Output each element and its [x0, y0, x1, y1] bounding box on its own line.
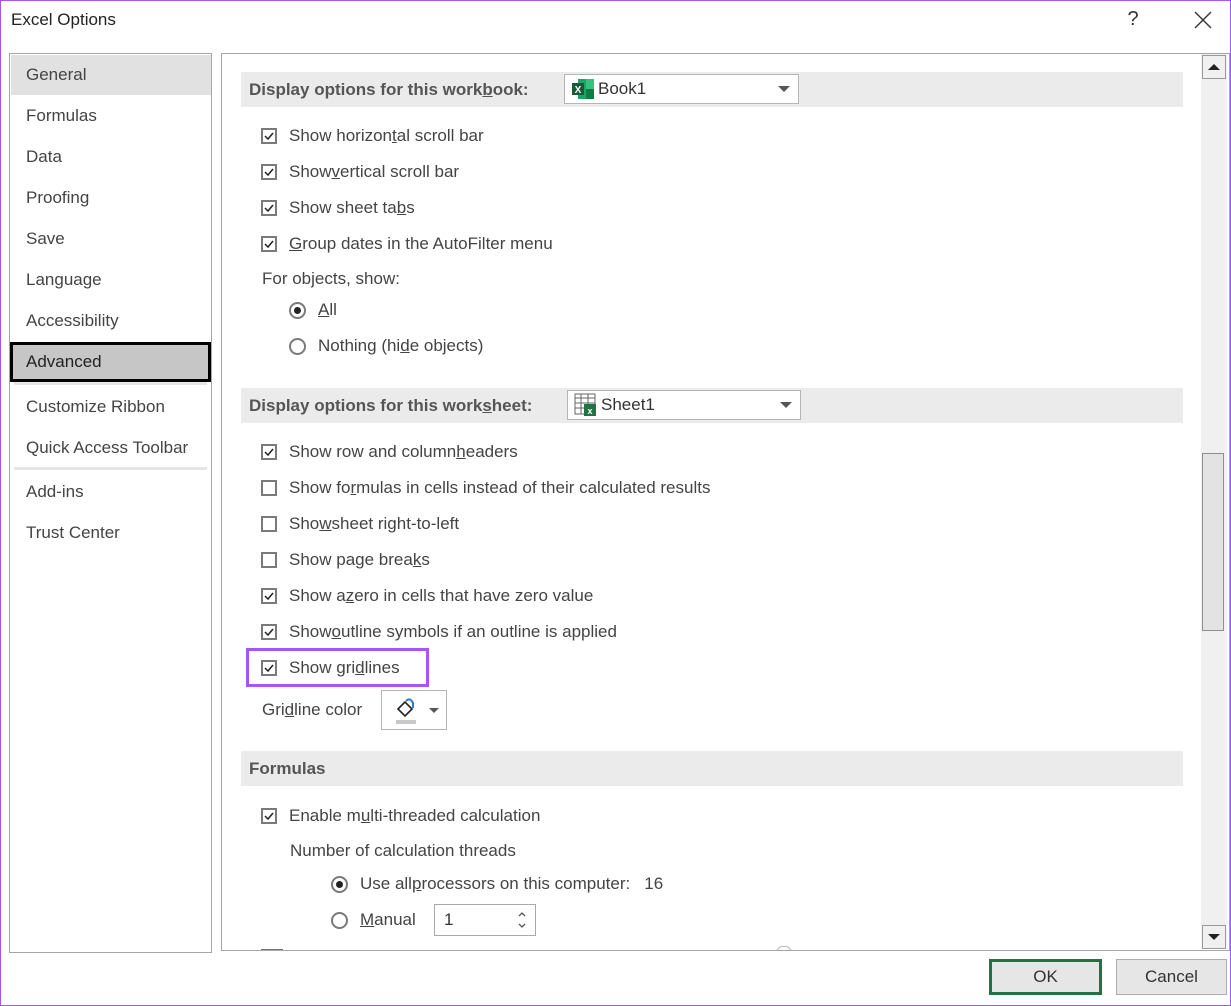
checkmark-icon [264, 132, 274, 141]
svg-text:x: x [587, 406, 592, 416]
spin-up-icon[interactable] [517, 909, 527, 919]
sidebar-item-language[interactable]: Language [11, 260, 211, 300]
checkmark-icon [264, 812, 274, 821]
checkbox-row-worksheet-option[interactable]: Sho w sheet right-to-left [261, 511, 459, 537]
svg-text:X: X [575, 85, 582, 96]
threads-label: Number of calculation threads [290, 841, 516, 860]
spin-down-icon[interactable] [517, 921, 527, 931]
checkbox-row-worksheet-option[interactable]: Show row and column h eaders [261, 439, 518, 465]
sidebar-item-customize-ribbon[interactable]: Customize Ribbon [11, 387, 211, 427]
dialog-title: Excel Options [11, 10, 116, 29]
vertical-scrollbar[interactable] [1201, 54, 1227, 949]
workbook-select-value: Book1 [598, 79, 647, 98]
checkbox-checked[interactable] [261, 236, 277, 252]
radio-button[interactable] [331, 875, 348, 893]
sidebar-item-formulas[interactable]: Formulas [11, 96, 211, 136]
partial-checkbox [261, 949, 283, 950]
workbook-select[interactable]: X Book1 [564, 74, 799, 104]
chevron-down-icon [778, 86, 790, 92]
excel-sheet-icon: x [574, 393, 596, 416]
checkbox-checked[interactable] [261, 164, 277, 180]
checkbox-row-worksheet-option[interactable]: Show fo r mulas in cells instead of their … [261, 475, 710, 501]
checkbox[interactable] [261, 808, 277, 824]
radio-button[interactable] [289, 337, 306, 355]
scrollbar-thumb[interactable] [1202, 453, 1224, 631]
checkbox-row-worksheet-option[interactable]: Show o utline symbols if an outline is ap… [261, 619, 617, 645]
sidebar-item-general[interactable]: General [11, 55, 211, 95]
sidebar-item-save[interactable]: Save [11, 219, 211, 259]
radio-row-objects-option[interactable]: Nothing (hi d e objects) [289, 333, 483, 359]
checkmark-icon [264, 204, 274, 213]
sidebar-item-data[interactable]: Data [11, 137, 211, 177]
checkmark-icon [264, 628, 274, 637]
checkmark-icon [264, 448, 274, 457]
checkbox-row-workbook-option[interactable]: Show sheet ta b s [261, 195, 415, 221]
checkbox-row-worksheet-option[interactable]: Show a z ero in cells that have zero valu… [261, 583, 593, 609]
sidebar-separator [14, 382, 207, 385]
excel-workbook-icon: X [572, 79, 594, 99]
scroll-up-button[interactable] [1202, 55, 1226, 79]
paint-bucket-icon [396, 698, 416, 724]
objects-label: For objects, show: [262, 269, 400, 288]
arrow-up-icon [1208, 64, 1220, 70]
checkmark-icon [264, 592, 274, 601]
sidebar-separator [14, 467, 207, 470]
checkbox-unchecked[interactable] [261, 552, 277, 568]
checkmark-icon [264, 168, 274, 177]
checkbox-checked[interactable] [261, 624, 277, 640]
sidebar-item-quick-access-toolbar[interactable]: Quick Access Toolbar [11, 428, 211, 468]
section-header-formulas: Formulas [241, 751, 1183, 786]
gridline-color-button[interactable] [381, 690, 447, 730]
worksheet-select[interactable]: x Sheet1 [567, 390, 801, 420]
chevron-down-icon [780, 402, 792, 408]
ok-button[interactable]: OK [989, 959, 1102, 995]
options-content: Display options for this workbook: X Boo… [221, 53, 1230, 951]
cancel-button[interactable]: Cancel [1116, 959, 1227, 995]
close-button[interactable] [1189, 5, 1217, 33]
help-button[interactable]: ? [1121, 5, 1145, 33]
manual-threads-input[interactable]: 1 [434, 904, 536, 936]
sidebar-item-proofing[interactable]: Proofing [11, 178, 211, 218]
radio-row-objects-option[interactable]: All [289, 297, 337, 323]
gridline-color-label: Gridline color [262, 700, 363, 719]
arrow-down-icon [1208, 934, 1220, 940]
checkmark-icon [264, 240, 274, 249]
checkbox-checked[interactable] [261, 128, 277, 144]
gridlines-highlight [246, 648, 429, 687]
checkbox-unchecked[interactable] [261, 480, 277, 496]
checkbox-unchecked[interactable] [261, 516, 277, 532]
radio-button[interactable] [289, 301, 306, 319]
checkbox-checked[interactable] [261, 444, 277, 460]
checkbox-checked[interactable] [261, 200, 277, 216]
checkbox-row-workbook-option[interactable]: Group dates in the AutoFilter menu [261, 231, 553, 257]
radio-button[interactable] [331, 911, 348, 929]
worksheet-select-value: Sheet1 [601, 395, 655, 414]
checkbox-row-workbook-option[interactable]: Show v ertical scroll bar [261, 159, 459, 185]
close-icon [1194, 11, 1212, 29]
sidebar-item-advanced[interactable]: Advanced [10, 342, 211, 382]
checkbox-row-workbook-option[interactable]: Show horizon t al scroll bar [261, 123, 484, 149]
sidebar-item-add-ins[interactable]: Add-ins [11, 472, 211, 512]
sidebar-item-accessibility[interactable]: Accessibility [11, 301, 211, 341]
chevron-down-icon [429, 708, 439, 713]
checkbox-multithreaded[interactable]: Enable m u lti-threaded calculation [261, 803, 540, 829]
excel-options-dialog: Excel Options ? General Formulas Data Proof… [0, 0, 1231, 1006]
processor-count: 16 [644, 874, 664, 893]
checkbox-row-worksheet-option[interactable]: Show page brea k s [261, 547, 430, 573]
scroll-down-button[interactable] [1202, 925, 1226, 949]
radio-use-all-processors[interactable]: Use all p rocessors on this computer: 16 [331, 871, 663, 897]
sidebar-nav: General Formulas Data Proofing Save Language A… [9, 53, 212, 953]
info-icon [776, 946, 792, 950]
checkbox-checked[interactable] [261, 588, 277, 604]
sidebar-item-trust-center[interactable]: Trust Center [11, 513, 211, 553]
radio-manual[interactable]: Manual [331, 907, 416, 933]
